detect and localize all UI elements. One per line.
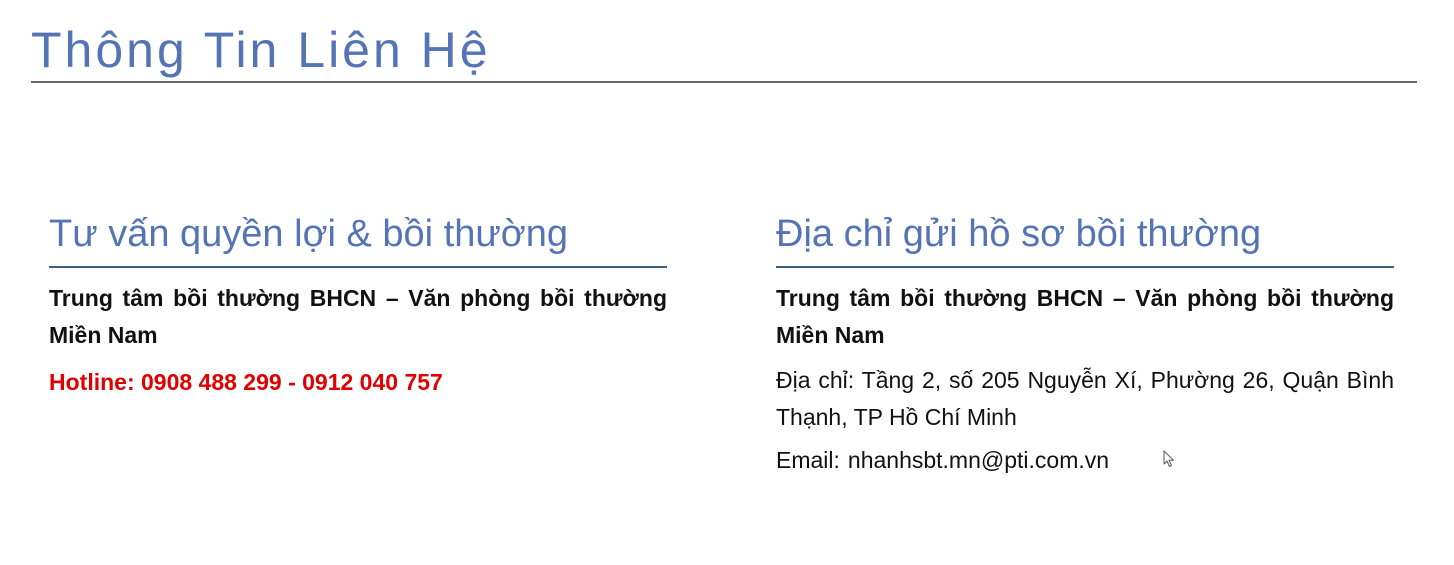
hotline-text[interactable]: Hotline: 0908 488 299 - 0912 040 757 — [49, 364, 667, 400]
email-label: Email: — [776, 447, 840, 473]
title-divider — [31, 81, 1417, 83]
claims-address-heading: Địa chỉ gửi hồ sơ bồi thường — [776, 213, 1262, 255]
page-title: Thông Tin Liên Hệ — [31, 22, 491, 78]
email-link[interactable]: nhanhsbt.mn@pti.com.vn — [848, 447, 1109, 473]
claims-advice-heading: Tư vấn quyền lợi & bồi thường — [49, 213, 568, 255]
claims-address-office-name: Trung tâm bồi thường BHCN – Văn phòng bồ… — [776, 285, 1394, 348]
claims-advice-divider — [49, 266, 667, 268]
office-address: Địa chỉ: Tầng 2, số 205 Nguyễn Xí, Phườn… — [776, 367, 1394, 430]
email-line: Email: nhanhsbt.mn@pti.com.vn — [776, 442, 1394, 479]
claims-advice-office-name: Trung tâm bồi thường BHCN – Văn phòng bồ… — [49, 285, 667, 348]
claims-address-section: Địa chỉ gửi hồ sơ bồi thường Trung tâm b… — [776, 206, 1394, 479]
mouse-pointer-icon — [1163, 450, 1174, 467]
claims-advice-section: Tư vấn quyền lợi & bồi thường Trung tâm … — [49, 206, 667, 400]
claims-address-divider — [776, 266, 1394, 268]
